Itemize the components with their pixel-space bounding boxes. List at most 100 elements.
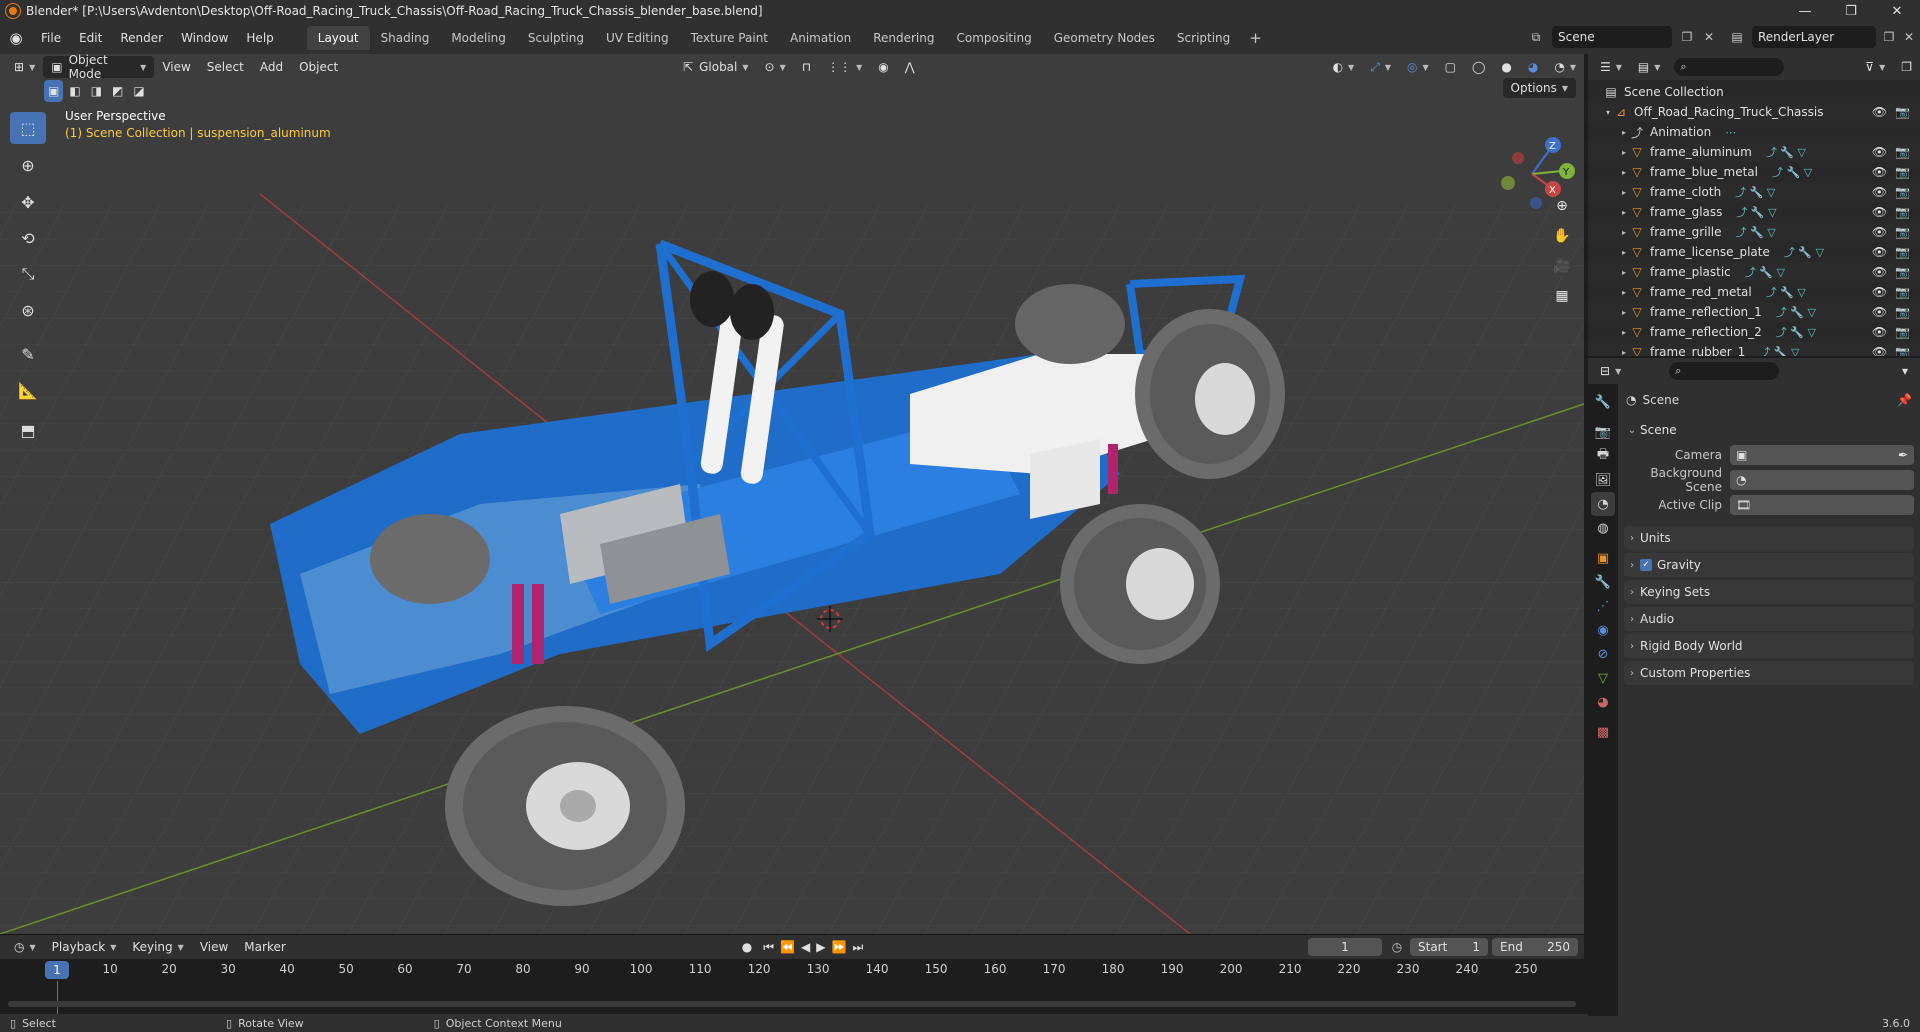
tab-shading[interactable]: Shading	[370, 26, 441, 50]
render-camera-icon[interactable]: 📷	[1895, 225, 1910, 239]
jump-keyframe-forward-icon[interactable]: ⏩	[829, 936, 850, 958]
tab-uv-editing[interactable]: UV Editing	[595, 26, 680, 50]
expand-arrow-icon[interactable]: ▸	[1618, 148, 1630, 157]
menu-window[interactable]: Window	[172, 26, 237, 50]
object-tab-icon[interactable]: ▣	[1591, 546, 1615, 570]
active-clip-field[interactable]: 🎞	[1730, 495, 1914, 515]
wireframe-shading-icon[interactable]: ◯	[1464, 56, 1493, 78]
menu-marker[interactable]: Marker	[236, 936, 293, 958]
outliner-object-row[interactable]: ▸ ⤴ Animation ⋯	[1588, 122, 1920, 142]
new-collection-icon[interactable]: ❐	[1893, 56, 1920, 78]
3d-viewport[interactable]: Z Y X ⊞ ▼ ▣ Object Mode ▼ View Select Add …	[0, 54, 1584, 934]
playhead-line[interactable]	[57, 981, 58, 1015]
falloff-icon[interactable]: ⋀	[897, 56, 923, 78]
play-reverse-icon[interactable]: ◀	[798, 936, 813, 958]
render-tab-icon[interactable]: 📷	[1591, 420, 1615, 444]
preview-range-icon[interactable]: ◷	[1386, 936, 1408, 958]
current-frame-marker[interactable]: 1	[45, 961, 69, 979]
camera-field[interactable]: ▣ ✒	[1730, 445, 1914, 465]
tab-sculpting[interactable]: Sculpting	[517, 26, 595, 50]
proportional-editing-icon[interactable]: ◉	[870, 56, 896, 78]
expand-arrow-icon[interactable]: ▸	[1618, 228, 1630, 237]
visibility-eye-icon[interactable]: 👁	[1872, 145, 1887, 159]
menu-render[interactable]: Render	[111, 26, 172, 50]
properties-options-icon[interactable]: ▾	[1894, 360, 1916, 382]
outliner-object-row[interactable]: ▸ ▽ frame_reflection_1 ⤴ 🔧 ▽ 👁 📷	[1588, 302, 1920, 322]
annotate-tool-icon[interactable]: ✎	[10, 338, 46, 370]
close-button[interactable]: ✕	[1874, 0, 1920, 22]
move-tool-icon[interactable]: ✥	[10, 186, 46, 218]
new-view-layer-icon[interactable]: ❐	[1878, 26, 1900, 48]
delete-scene-icon[interactable]: ✕	[1698, 26, 1720, 48]
view-layer-icon[interactable]: ▤	[1726, 26, 1748, 48]
expand-arrow-icon[interactable]: ▸	[1618, 288, 1630, 297]
outliner-object-row[interactable]: ▸ ▽ frame_license_plate ⤴ 🔧 ▽ 👁 📷	[1588, 242, 1920, 262]
tab-layout[interactable]: Layout	[306, 26, 370, 50]
delete-view-layer-icon[interactable]: ✕	[1898, 26, 1920, 48]
solid-shading-icon[interactable]: ●	[1493, 56, 1519, 78]
timeline-scrollbar[interactable]	[8, 1001, 1576, 1007]
output-tab-icon[interactable]: 🖶	[1591, 444, 1615, 468]
visibility-eye-icon[interactable]: 👁	[1872, 285, 1887, 299]
outliner-object-row[interactable]: ▸ ▽ frame_red_metal ⤴ 🔧 ▽ 👁 📷	[1588, 282, 1920, 302]
render-camera-icon[interactable]: 📷	[1895, 145, 1910, 159]
new-scene-icon[interactable]: ❐	[1676, 26, 1698, 48]
expand-arrow-icon[interactable]: ▸	[1618, 328, 1630, 337]
start-frame-field[interactable]: Start 1	[1410, 938, 1488, 956]
jump-end-icon[interactable]: ⏭	[849, 936, 866, 958]
options-dropdown[interactable]: Options ▼	[1502, 78, 1576, 98]
xray-toggle-icon[interactable]: ▢	[1437, 56, 1464, 78]
menu-help[interactable]: Help	[237, 26, 282, 50]
menu-file[interactable]: File	[32, 26, 70, 50]
constraints-tab-icon[interactable]: ⊘	[1591, 642, 1615, 666]
outliner-editor-type-icon[interactable]: ☰ ▼	[1592, 56, 1630, 78]
menu-timeline-view[interactable]: View	[192, 936, 236, 958]
units-panel-header[interactable]: › Units	[1624, 526, 1914, 550]
outliner-object-row[interactable]: ▸ ▽ frame_blue_metal ⤴ 🔧 ▽ 👁 📷	[1588, 162, 1920, 182]
tab-texture-paint[interactable]: Texture Paint	[680, 26, 779, 50]
timeline-editor[interactable]: ◷ ▼ Playback ▼ Keying ▼ View Marker ● ⏮ ⏪ ◀…	[0, 934, 1584, 1015]
measure-tool-icon[interactable]: 📐	[10, 374, 46, 406]
tool-tab-icon[interactable]: 🔧	[1591, 390, 1615, 414]
render-camera-icon[interactable]: 📷	[1895, 305, 1910, 319]
minimize-button[interactable]: —	[1782, 0, 1828, 22]
properties-editor[interactable]: ⊟ ▼ ⌕ ▾ 🔧 📷 🖶 🖼 ◔ ◍ ▣ 🔧 ⋰ ◉ ⊘ ▽ ◕ ▩ ◔ Sce…	[1588, 356, 1920, 1016]
outliner-collection-row[interactable]: ▾ ⊿ Off_Road_Racing_Truck_Chassis 👁 📷	[1588, 102, 1920, 122]
rotate-tool-icon[interactable]: ⟲	[10, 222, 46, 254]
scale-tool-icon[interactable]: ⤡	[10, 258, 46, 290]
add-workspace-icon[interactable]: +	[1241, 29, 1270, 47]
menu-select[interactable]: Select	[199, 56, 252, 78]
add-cube-tool-icon[interactable]: ⬒	[10, 414, 46, 446]
visibility-eye-icon[interactable]: 👁	[1872, 225, 1887, 239]
expand-arrow-icon[interactable]: ▸	[1618, 188, 1630, 197]
expand-arrow-icon[interactable]: ▸	[1618, 128, 1630, 137]
select-intersect-icon[interactable]: ◪	[129, 80, 148, 102]
jump-start-icon[interactable]: ⏮	[760, 936, 777, 958]
snap-target-icon[interactable]: ⋮⋮ ▼	[819, 56, 870, 78]
jump-keyframe-back-icon[interactable]: ⏪	[777, 936, 798, 958]
outliner-scene-collection[interactable]: ▤ Scene Collection	[1588, 82, 1920, 102]
keying-sets-panel-header[interactable]: › Keying Sets	[1624, 580, 1914, 604]
material-preview-shading-icon[interactable]: ◕	[1520, 56, 1546, 78]
scene-tab-icon[interactable]: ◔	[1591, 492, 1615, 516]
gravity-panel-header[interactable]: › ✓ Gravity	[1624, 553, 1914, 577]
physics-tab-icon[interactable]: ◉	[1591, 618, 1615, 642]
pan-view-icon[interactable]: ✋	[1548, 222, 1576, 250]
expand-arrow-icon[interactable]: ▸	[1618, 308, 1630, 317]
gravity-checkbox[interactable]: ✓	[1640, 559, 1652, 571]
outliner-object-row[interactable]: ▸ ▽ frame_cloth ⤴ 🔧 ▽ 👁 📷	[1588, 182, 1920, 202]
select-subtract-icon[interactable]: ◨	[87, 80, 106, 102]
tab-compositing[interactable]: Compositing	[945, 26, 1042, 50]
transform-tool-icon[interactable]: ⊛	[10, 294, 46, 326]
visibility-eye-icon[interactable]: 👁	[1872, 325, 1887, 339]
expand-arrow-icon[interactable]: ▸	[1618, 208, 1630, 217]
custom-properties-panel-header[interactable]: › Custom Properties	[1624, 661, 1914, 685]
render-camera-icon[interactable]: 📷	[1895, 165, 1910, 179]
eyedropper-icon[interactable]: ✒	[1898, 448, 1908, 462]
background-scene-field[interactable]: ◔	[1730, 470, 1914, 490]
tab-geometry-nodes[interactable]: Geometry Nodes	[1043, 26, 1166, 50]
editor-type-icon[interactable]: ⊞ ▼	[6, 56, 43, 78]
select-extend-icon[interactable]: ◧	[65, 80, 84, 102]
render-camera-icon[interactable]: 📷	[1895, 185, 1910, 199]
visibility-filter-icon[interactable]: ◐ ▼	[1325, 56, 1363, 78]
